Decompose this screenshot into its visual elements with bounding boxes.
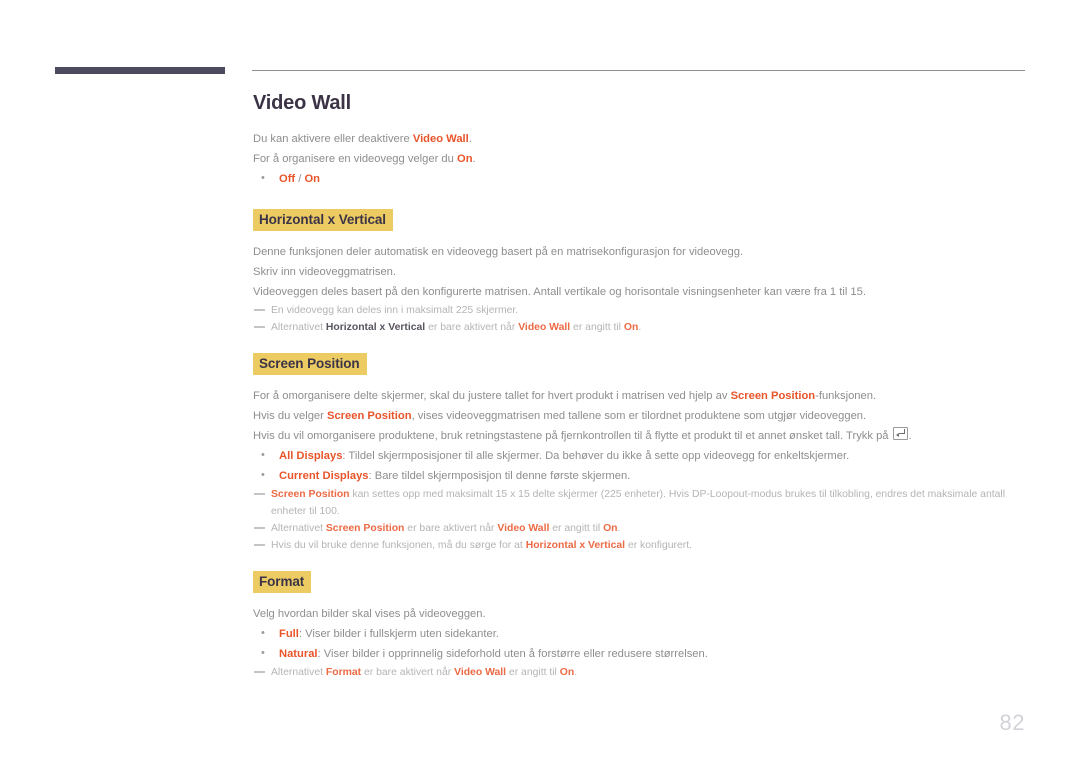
format-note-1-mid: er bare aktivert når: [361, 667, 455, 678]
intro-line-2-bold: On: [457, 153, 473, 165]
hxv-note-2-pre: Alternativet: [271, 322, 326, 333]
page-number: 82: [999, 710, 1025, 735]
sp-bullet-2-text: : Bare tildel skjermposisjon til denne f…: [368, 470, 631, 482]
sp-note-2-post: .: [617, 523, 621, 534]
hxv-note-2-b3: On: [623, 322, 639, 333]
sp-bullet-1-bold: All Displays: [279, 450, 343, 462]
intro-line-1: Du kan aktivere eller deaktivere Video W…: [253, 129, 1025, 149]
intro-line-1-pre: Du kan aktivere eller deaktivere: [253, 133, 413, 145]
intro-line-1-post: .: [468, 133, 472, 145]
hxv-paragraph-2: Skriv inn videoveggmatrisen.: [253, 266, 397, 278]
sp-paragraph-2-pre: Hvis du velger: [253, 410, 327, 422]
section-heading-format-wrap: Format: [253, 571, 1025, 593]
hxv-note-2-mid: er bare aktivert når: [425, 322, 519, 333]
page-header-rules: [0, 0, 1080, 95]
sp-note-1: Screen Position kan settes opp med maksi…: [253, 486, 1025, 520]
format-note-1: Alternativet Format er bare aktivert når…: [253, 664, 1025, 681]
option-on: On: [304, 173, 321, 185]
enter-key-icon: [892, 427, 908, 440]
sp-note-1-b1: Screen Position: [271, 489, 350, 500]
section-heading-horizontal-x-vertical-wrap: Horizontal x Vertical: [253, 209, 1025, 231]
hxv-note-2: Alternativet Horizontal x Vertical er ba…: [253, 319, 1025, 336]
format-bullet-2-bold: Natural: [279, 648, 318, 660]
section-heading-horizontal-x-vertical: Horizontal x Vertical: [253, 209, 393, 231]
hxv-paragraph-3: Videoveggen deles basert på den konfigur…: [253, 286, 866, 298]
list-item: Natural: Viser bilder i opprinnelig side…: [253, 643, 1025, 664]
format-note-1-b1: Format: [325, 667, 362, 678]
sp-note-3-b1: Horizontal x Vertical: [525, 540, 626, 551]
format-bullet-2-text: : Viser bilder i opprinnelig sideforhold…: [317, 648, 708, 660]
section-heading-format: Format: [253, 571, 312, 593]
format-note-1-b2: Video Wall: [454, 667, 507, 678]
list-item: Off / On: [253, 168, 1025, 189]
sp-bullet-list: All Displays: Tildel skjermposisjoner ti…: [253, 445, 1025, 486]
sp-bullet-1-text: : Tildel skjermposisjoner til alle skjer…: [342, 450, 850, 462]
sp-paragraph-3-text: Hvis du vil omorganisere produktene, bru…: [253, 430, 892, 442]
format-bullet-list: Full: Viser bilder i fullskjerm uten sid…: [253, 623, 1025, 664]
section-heading-screen-position: Screen Position: [253, 353, 367, 375]
intro-line-2-post: .: [472, 153, 476, 165]
format-note-1-mid2: er angitt til: [506, 667, 560, 678]
format-note-1-post: .: [574, 667, 578, 678]
sp-note-3-post: er konfigurert.: [625, 540, 693, 551]
intro-line-1-bold: Video Wall: [412, 133, 469, 145]
sp-note-2-mid: er bare aktivert når: [404, 523, 498, 534]
sp-paragraph-3: Hvis du vil omorganisere produktene, bru…: [253, 426, 1025, 446]
sp-note-2-pre: Alternativet: [271, 523, 326, 534]
header-thin-rule: [252, 70, 1025, 71]
sp-paragraph-2-post: , vises videoveggmatrisen med tallene so…: [411, 410, 867, 422]
hxv-note-2-b2: Video Wall: [518, 322, 571, 333]
sp-note-2: Alternativet Screen Position er bare akt…: [253, 520, 1025, 537]
list-item: Current Displays: Bare tildel skjermposi…: [253, 465, 1025, 486]
sp-note-2-mid2: er angitt til: [549, 523, 604, 534]
hxv-note-2-post: .: [638, 322, 642, 333]
format-bullet-1-text: : Viser bilder i fullskjerm uten sidekan…: [298, 628, 499, 640]
hxv-note-2-mid2: er angitt til: [570, 322, 624, 333]
intro-line-2-pre: For å organisere en videovegg velger du: [253, 153, 457, 165]
page-content: Video Wall Du kan aktivere eller deaktiv…: [253, 92, 1025, 681]
format-note-1-b3: On: [559, 667, 575, 678]
sp-paragraph-1-pre: For å omorganisere delte skjermer, skal …: [253, 390, 731, 402]
page-title: Video Wall: [253, 92, 352, 114]
hxv-paragraph-1: Denne funksjonen deler automatisk en vid…: [253, 246, 744, 258]
sp-note-2-b2: Video Wall: [497, 523, 550, 534]
sp-note-3-pre: Hvis du vil bruke denne funksjonen, må d…: [271, 540, 526, 551]
sp-note-3: Hvis du vil bruke denne funksjonen, må d…: [253, 537, 1025, 554]
sp-paragraph-2: Hvis du velger Screen Position, vises vi…: [253, 406, 1025, 426]
list-item: All Displays: Tildel skjermposisjoner ti…: [253, 445, 1025, 466]
section-heading-screen-position-wrap: Screen Position: [253, 353, 1025, 375]
sp-paragraph-1: For å omorganisere delte skjermer, skal …: [253, 386, 1025, 406]
sp-note-1-text: kan settes opp med maksimalt 15 x 15 del…: [271, 489, 1006, 517]
list-item: Full: Viser bilder i fullskjerm uten sid…: [253, 623, 1025, 644]
hxv-note-2-b1: Horizontal x Vertical: [325, 322, 426, 333]
format-bullet-1-bold: Full: [279, 628, 299, 640]
sp-paragraph-3-post: .: [908, 430, 912, 442]
sp-note-2-b1: Screen Position: [325, 523, 405, 534]
header-thick-rule: [55, 67, 225, 74]
sp-bullet-2-bold: Current Displays: [279, 470, 369, 482]
intro-line-2: For å organisere en videovegg velger du …: [253, 149, 1025, 169]
format-paragraph-1: Velg hvordan bilder skal vises på videov…: [253, 608, 486, 620]
intro-bullet-list: Off / On: [253, 168, 1025, 189]
option-off: Off: [279, 173, 296, 185]
sp-paragraph-1-bold: Screen Position: [730, 390, 816, 402]
format-note-1-pre: Alternativet: [271, 667, 326, 678]
hxv-note-1: En videovegg kan deles inn i maksimalt 2…: [253, 302, 1025, 319]
sp-paragraph-2-bold: Screen Position: [327, 410, 412, 422]
sp-paragraph-1-post: -funksjonen.: [815, 390, 877, 402]
sp-note-2-b3: On: [603, 523, 618, 534]
